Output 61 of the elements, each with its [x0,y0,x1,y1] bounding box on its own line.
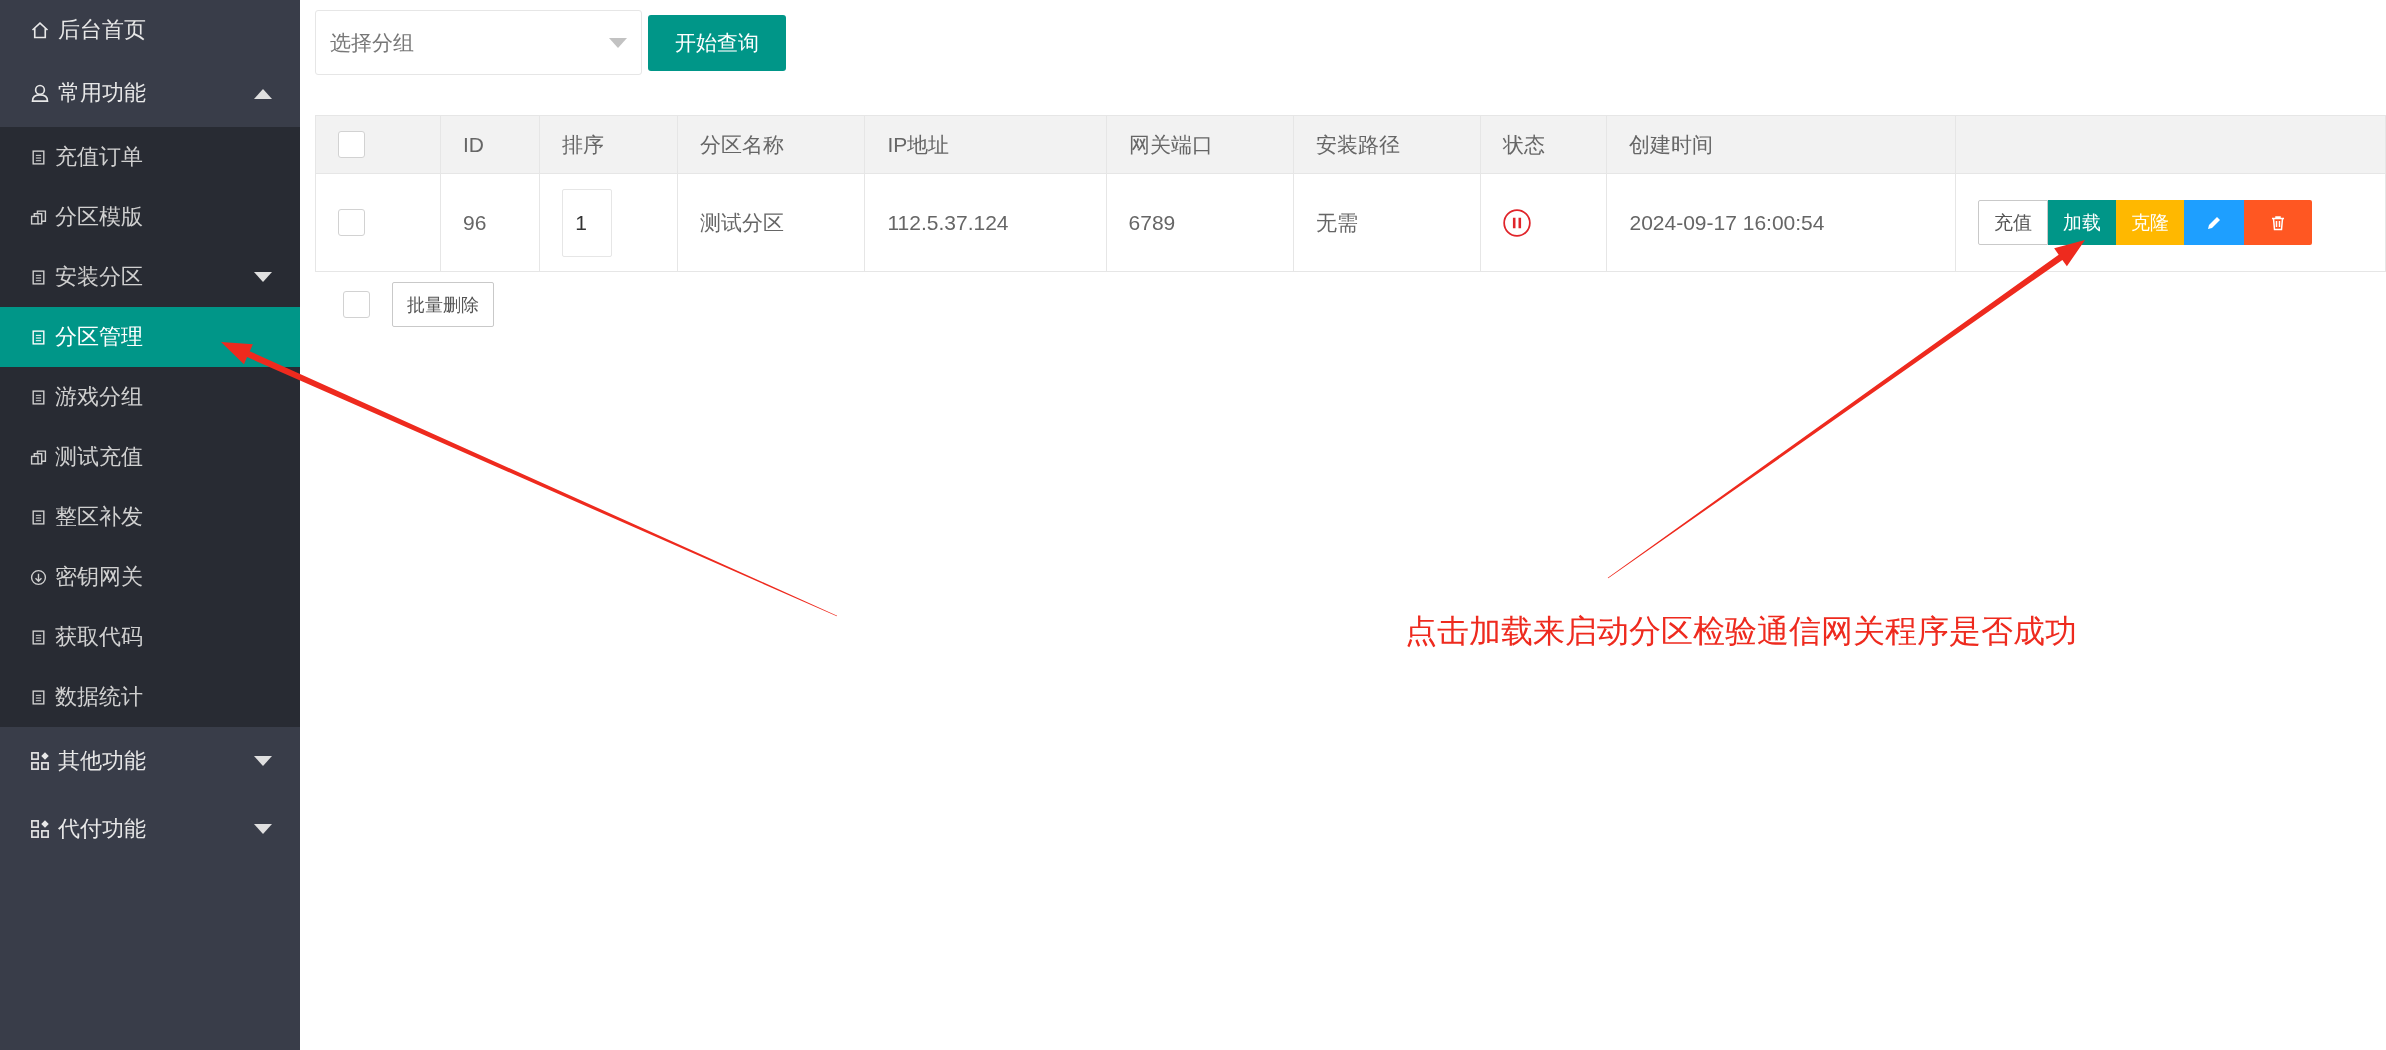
table-cell: 6789 [1106,173,1294,272]
home-icon [30,19,50,40]
pencil-icon [2206,214,2222,231]
sidebar-item[interactable]: 代付功能 [0,795,300,863]
checkbox[interactable] [338,209,365,236]
sidebar-item[interactable]: 后台首页 [0,0,300,59]
checkbox[interactable] [343,291,370,318]
sidebar-item[interactable]: 测试充值 [0,427,300,487]
annotation-text: 点击加载来启动分区检验通信网关程序是否成功 [1405,612,2077,651]
cards-icon [30,208,47,226]
sidebar-item[interactable]: 充值订单 [0,127,300,187]
caret-up-icon [254,87,272,99]
doc-icon [30,508,47,526]
group-select[interactable]: 选择分组 [315,10,642,75]
sidebar-item[interactable]: 安装分区 [0,247,300,307]
doc-icon [30,328,47,346]
doc-icon [30,148,47,166]
caret-down-icon [254,823,272,835]
table-cell: 112.5.37.124 [864,173,1107,272]
sidebar-item[interactable]: 获取代码 [0,607,300,667]
edit-button[interactable] [2184,200,2244,245]
table-cell: 2024-09-17 16:00:54 [1607,173,1956,272]
column-header: ID [440,115,540,174]
delete-button[interactable] [2244,200,2312,245]
sidebar-item[interactable]: 密钥网关 [0,547,300,607]
table-cell: 无需 [1293,173,1481,272]
doc-icon [30,388,47,406]
checkbox[interactable] [338,131,365,158]
column-header: 排序 [539,115,678,174]
sidebar-item[interactable]: 整区补发 [0,487,300,547]
bulk-delete-button[interactable]: 批量删除 [392,282,494,327]
action-button[interactable]: 充值 [1978,200,2048,245]
doc-icon [30,268,47,286]
sidebar-item[interactable]: 数据统计 [0,667,300,727]
caret-down-icon [254,755,272,767]
grid-icon [30,751,50,771]
action-button[interactable]: 加载 [2048,200,2116,245]
search-button[interactable]: 开始查询 [648,14,786,71]
cards-icon [30,448,47,466]
sidebar-item[interactable]: 其他功能 [0,727,300,795]
grid-icon [30,819,50,839]
caret-down-icon [254,271,272,283]
sidebar-item[interactable]: 分区管理 [0,307,300,367]
doc-icon [30,628,47,646]
sidebar-item[interactable]: 分区模版 [0,187,300,247]
user-icon [30,83,50,103]
column-header: 分区名称 [677,115,865,174]
table-cell: 96 [440,173,540,272]
column-header: IP地址 [864,115,1107,174]
column-header: 创建时间 [1607,115,1956,174]
sidebar-item[interactable]: 常用功能 [0,59,300,127]
column-header: 网关端口 [1106,115,1294,174]
sidebar-item[interactable]: 游戏分组 [0,367,300,427]
order-input[interactable]: 1 [562,188,613,257]
table-cell: 测试分区 [677,173,865,272]
trash-icon [2270,214,2286,231]
column-header: 安装路径 [1293,115,1481,174]
doc-icon [30,688,47,706]
caret-down-icon [609,37,627,48]
download-icon [30,568,47,586]
column-header: 状态 [1480,115,1607,174]
